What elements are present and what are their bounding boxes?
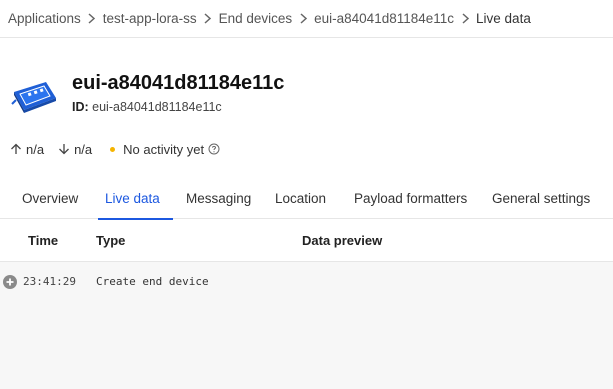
- device-id: ID: eui-a84041d81184e11c: [72, 100, 222, 114]
- tab-location[interactable]: Location: [275, 178, 326, 219]
- table-row[interactable]: 23:41:29 Create end device: [0, 273, 613, 291]
- plus-circle-icon: [3, 275, 17, 289]
- tab-overview[interactable]: Overview: [22, 178, 78, 219]
- arrow-up-icon: [11, 143, 21, 154]
- uplink-stat: n/a: [10, 142, 44, 157]
- events-list: 23:41:29 Create end device: [0, 262, 613, 389]
- column-time: Time: [28, 233, 59, 248]
- breadcrumb: Applications test-app-lora-ss End device…: [0, 0, 613, 37]
- header-divider: [0, 37, 613, 38]
- page-title: eui-a84041d81184e11c: [72, 72, 285, 94]
- tab-messaging[interactable]: Messaging: [186, 178, 251, 219]
- device-id-label: ID:: [72, 100, 89, 114]
- downlink-count: n/a: [74, 141, 93, 157]
- tab-general-settings[interactable]: General settings: [492, 178, 590, 219]
- arrow-down-icon: [59, 144, 70, 155]
- breadcrumb-current: Live data: [476, 11, 531, 26]
- tab-payload-formatters[interactable]: Payload formatters: [354, 178, 467, 219]
- column-type: Type: [96, 233, 126, 248]
- tab-live-data[interactable]: Live data: [98, 178, 173, 220]
- device-icon: [10, 80, 58, 114]
- chevron-right-icon: [454, 13, 476, 24]
- event-type: Create end device: [96, 275, 209, 288]
- uplink-count: n/a: [26, 141, 45, 157]
- column-data-preview: Data preview: [302, 233, 383, 248]
- device-header: eui-a84041d81184e11c ID: eui-a84041d8118…: [10, 72, 610, 120]
- chevron-right-icon: [197, 13, 219, 24]
- help-icon[interactable]: [208, 143, 220, 155]
- breadcrumb-device[interactable]: eui-a84041d81184e11c: [314, 11, 454, 26]
- activity-status: No activity yet: [123, 141, 205, 157]
- breadcrumb-application[interactable]: test-app-lora-ss: [103, 11, 197, 26]
- events-table-header: Time Type Data preview: [0, 220, 613, 262]
- chevron-right-icon: [81, 13, 103, 24]
- downlink-stat: n/a: [58, 142, 92, 157]
- status-dot: [110, 146, 116, 152]
- event-time: 23:41:29: [23, 275, 76, 288]
- breadcrumb-end-devices[interactable]: End devices: [219, 11, 293, 26]
- breadcrumb-applications[interactable]: Applications: [8, 11, 81, 26]
- chevron-right-icon: [292, 13, 314, 24]
- device-stats: n/a n/a No activity yet: [10, 139, 220, 159]
- device-id-value: eui-a84041d81184e11c: [92, 100, 222, 114]
- device-tabs: Overview Live data Messaging Location Pa…: [0, 178, 613, 220]
